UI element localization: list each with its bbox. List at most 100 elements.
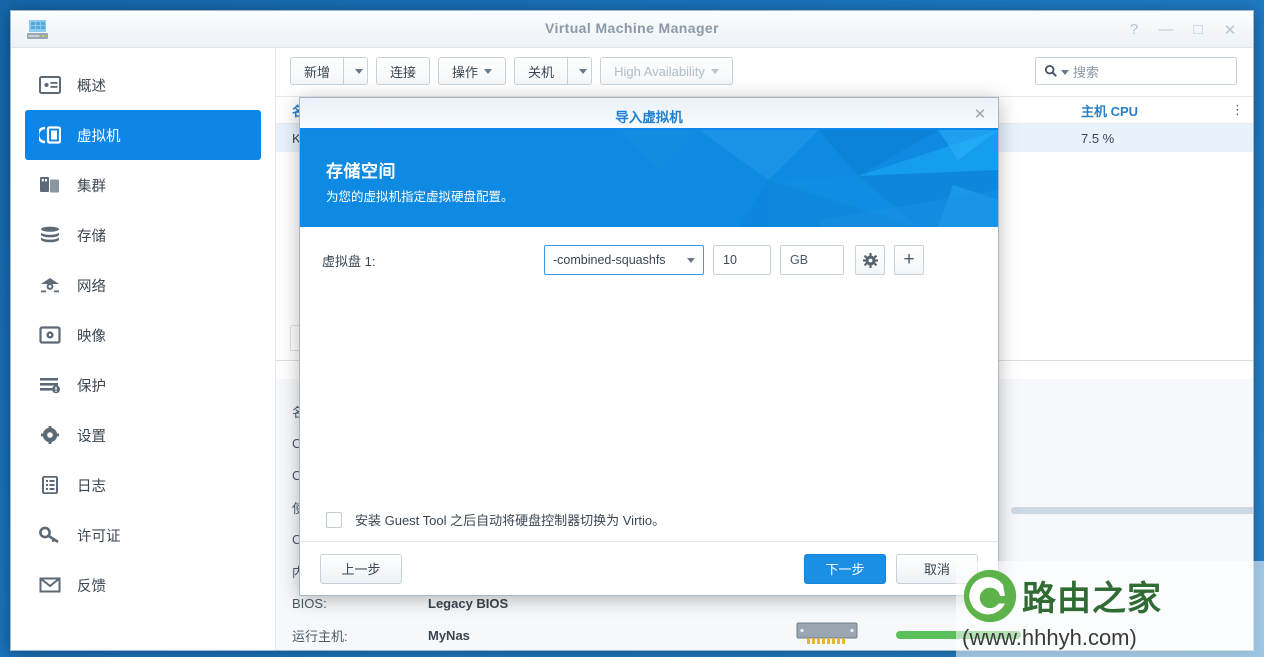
create-dropdown-button[interactable] [344,57,369,85]
column-header-host-cpu[interactable]: 主机 CPU [1065,101,1138,120]
sidebar-item-protection[interactable]: 保护 [25,360,261,410]
search-input[interactable]: 搜索 [1035,57,1237,85]
chevron-down-icon [354,68,363,74]
storage-icon [37,223,63,247]
close-button[interactable]: ✕ [1215,15,1245,45]
desktop-background: Virtual Machine Manager ? — □ ✕ 概述 虚拟机 集… [0,0,1264,657]
action-label: 操作 [452,64,479,80]
sidebar-item-cluster[interactable]: 集群 [25,160,261,210]
disk-size-input[interactable]: 10 [713,245,771,275]
envelope-icon [37,573,63,597]
action-menu-button[interactable]: 操作 [438,57,507,85]
dialog-banner: 存储空间 为您的虚拟机指定虚拟硬盘配置。 [300,130,998,227]
overview-icon [37,73,63,97]
disk-size-value: 10 [723,253,737,267]
detail-value: MyNas [428,627,470,643]
sidebar-item-label: 概述 [77,78,106,95]
dialog-footer: 上一步 下一步 取消 [300,542,998,595]
network-icon [37,273,63,297]
sidebar-item-network[interactable]: 网络 [25,260,261,310]
sidebar-item-log[interactable]: 日志 [25,460,261,510]
virtio-checkbox-row: 安装 Guest Tool 之后自动将硬盘控制器切换为 Virtio。 [300,498,998,542]
detail-row: 运行主机: MyNas [276,619,1253,650]
cluster-icon [37,173,63,197]
search-placeholder: 搜索 [1073,64,1100,80]
sidebar-item-label: 集群 [77,178,106,195]
virtio-checkbox-label: 安装 Guest Tool 之后自动将硬盘控制器切换为 Virtio。 [355,513,666,528]
connect-button[interactable]: 连接 [376,57,431,85]
column-options-icon[interactable]: ⋮ [1215,102,1245,118]
add-disk-button[interactable]: + [894,245,924,275]
sidebar-item-label: 网络 [77,278,106,295]
poweroff-button[interactable]: 关机 [514,57,569,85]
connect-button-group: 连接 [376,57,431,85]
window-titlebar: Virtual Machine Manager ? — □ ✕ [11,11,1253,48]
disk-unit-field: GB [780,245,844,275]
poweroff-button-group: 关机 [514,57,593,85]
detail-value: Legacy BIOS [428,595,509,611]
high-availability-button[interactable]: High Availability [600,57,733,85]
virtual-disk-row: 虚拟盘 1: -combined-squashfs 10 GB + [300,227,998,275]
memory-usage-bar [896,631,1021,639]
next-button[interactable]: 下一步 [804,553,886,584]
disk-unit-value: GB [790,253,809,267]
image-icon [37,323,63,347]
create-button[interactable]: 新增 [290,57,345,85]
close-icon[interactable]: ✕ [966,101,994,127]
import-vm-dialog-wrapper: 导入虚拟机 ✕ 存储空间 为您的虚拟机指定虚拟硬盘配置。 虚拟盘 1: -com… [299,97,999,596]
horizontal-scrollbar[interactable] [1011,507,1253,514]
sidebar-item-license[interactable]: 许可证 [25,510,261,560]
back-button[interactable]: 上一步 [320,553,402,584]
poweroff-dropdown-button[interactable] [568,57,593,85]
cancel-button[interactable]: 取消 [896,553,978,584]
search-icon [1044,64,1057,77]
dialog-body: 虚拟盘 1: -combined-squashfs 10 GB + 安装 Gue… [300,227,998,595]
sidebar-item-feedback[interactable]: 反馈 [25,560,261,610]
dialog-banner-heading: 存储空间 [326,162,396,181]
disk-settings-button[interactable] [855,245,885,275]
disk-image-select-value: -combined-squashfs [553,253,666,267]
memory-module-icon [796,621,858,647]
toolbar: 新增 连接 操作 关机 High Availability 搜索 [276,48,1253,96]
protection-icon [37,373,63,397]
chevron-down-icon [578,68,587,74]
sidebar-item-label: 映像 [77,328,106,345]
sidebar: 概述 虚拟机 集群 存储 网络 映像 保护 设置 日志 许可证 反馈 [11,48,276,650]
maximize-button[interactable]: □ [1183,15,1213,45]
create-button-group: 新增 [290,57,369,85]
detail-label: 运行主机: [292,628,348,644]
chevron-down-icon [1061,69,1069,75]
minimize-button[interactable]: — [1151,15,1181,45]
sidebar-item-label: 反馈 [77,578,106,595]
vmm-app-window: Virtual Machine Manager ? — □ ✕ 概述 虚拟机 集… [10,10,1254,651]
sidebar-item-overview[interactable]: 概述 [25,60,261,110]
gear-icon [37,423,63,447]
window-title: Virtual Machine Manager [545,20,719,36]
ha-label: High Availability [614,63,705,79]
help-button[interactable]: ? [1119,15,1149,45]
action-button-group: 操作 [438,57,507,85]
window-controls: ? — □ ✕ [1119,11,1245,48]
chevron-down-icon [484,68,493,74]
virtual-disk-label: 虚拟盘 1: [322,253,376,269]
virtual-machine-icon [37,123,63,147]
sidebar-item-label: 许可证 [77,528,121,545]
chevron-down-icon [710,68,719,74]
disk-image-select[interactable]: -combined-squashfs [544,245,704,275]
sidebar-item-storage[interactable]: 存储 [25,210,261,260]
sidebar-item-settings[interactable]: 设置 [25,410,261,460]
dialog-banner-subheading: 为您的虚拟机指定虚拟硬盘配置。 [326,190,514,204]
gear-icon [862,252,878,268]
sidebar-item-image[interactable]: 映像 [25,310,261,360]
log-icon [37,473,63,497]
sidebar-item-virtual-machine[interactable]: 虚拟机 [25,110,261,160]
chevron-down-icon [687,257,695,263]
cell-host-cpu: 7.5 % [1081,130,1115,146]
key-icon [37,523,63,547]
sidebar-item-label: 保护 [77,378,106,395]
dialog-banner-text: 存储空间 为您的虚拟机指定虚拟硬盘配置。 [326,157,514,205]
ha-button-group: High Availability [600,57,733,85]
virtio-checkbox[interactable] [326,511,342,528]
sidebar-item-label: 设置 [77,428,106,445]
detail-label: BIOS: [292,595,327,611]
